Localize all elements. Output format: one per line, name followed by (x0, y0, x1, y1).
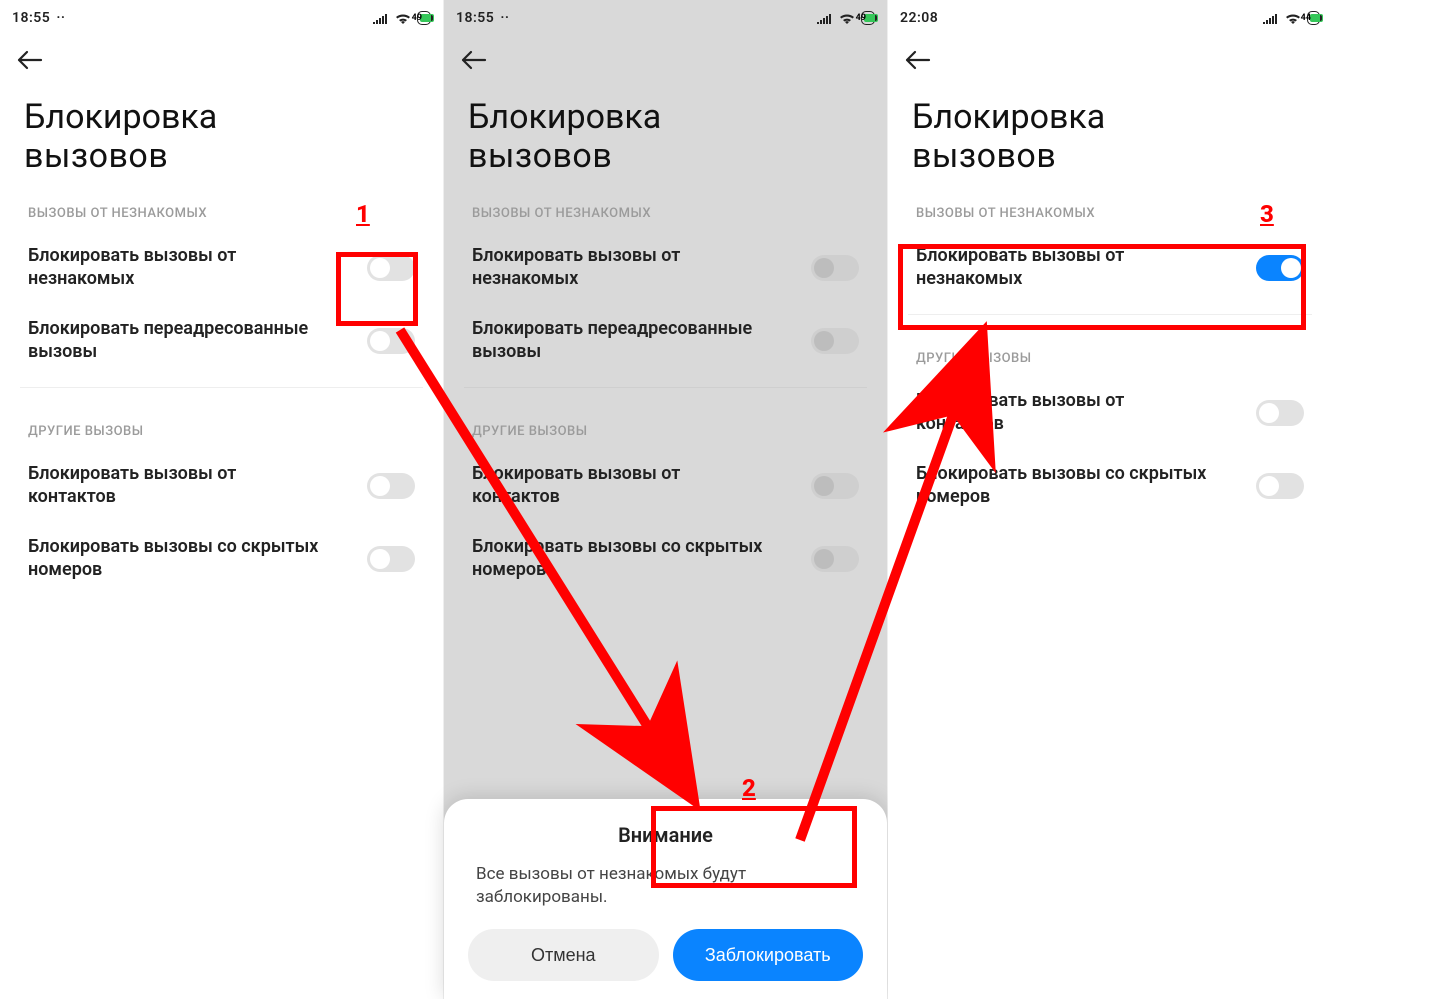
back-button[interactable] (904, 50, 932, 70)
row-block-forwarded[interactable]: Блокировать переадресованные вызовы (0, 304, 443, 377)
signal-icon (373, 12, 389, 24)
label-block-hidden: Блокировать вызовы со скрытых номеров (28, 536, 328, 581)
label-block-hidden: Блокировать вызовы со скрытых номеров (916, 463, 1216, 508)
toggle-block-unknown[interactable] (367, 255, 415, 281)
dialog-title: Внимание (462, 823, 869, 847)
toggle-block-hidden[interactable] (367, 546, 415, 572)
status-time: 18:55·· (12, 10, 66, 26)
toggle-block-contacts[interactable] (811, 473, 859, 499)
row-block-hidden[interactable]: Блокировать вызовы со скрытых номеров (888, 449, 1332, 522)
wifi-icon (839, 12, 855, 24)
dialog-message: Все вызовы от незнакомых будут заблокиро… (462, 863, 869, 929)
page-title: Блокировка вызовов (444, 78, 887, 180)
status-bar: 18:55·· 49 (0, 0, 443, 36)
toggle-block-hidden[interactable] (1256, 473, 1304, 499)
toggle-block-forwarded[interactable] (811, 328, 859, 354)
toggle-block-contacts[interactable] (1256, 400, 1304, 426)
row-block-unknown[interactable]: Блокировать вызовы от незнакомых (444, 231, 887, 304)
annotation-number-2: 2 (742, 774, 756, 802)
signal-icon (817, 12, 833, 24)
status-bar: 22:08 44 (888, 0, 1332, 36)
screen-3: 22:08 44 Блокировка вызовов (888, 0, 1332, 999)
label-block-unknown: Блокировать вызовы от незнакомых (916, 245, 1216, 290)
cancel-button[interactable]: Отмена (468, 929, 659, 981)
battery-icon: 44 (1307, 11, 1320, 25)
screen-1: 18:55·· 49 Блокировка вызов (0, 0, 444, 999)
divider (20, 387, 423, 388)
row-block-contacts[interactable]: Блокировать вызовы от контактов (0, 449, 443, 522)
page-title: Блокировка вызовов (0, 78, 443, 180)
divider (908, 314, 1312, 315)
back-button[interactable] (460, 50, 488, 70)
status-icons: 49 (373, 11, 431, 25)
wifi-icon (395, 12, 411, 24)
page-title: Блокировка вызовов (888, 78, 1332, 180)
divider (464, 387, 867, 388)
row-block-contacts[interactable]: Блокировать вызовы от контактов (888, 376, 1332, 449)
back-button[interactable] (16, 50, 44, 70)
section-unknown-callers: ВЫЗОВЫ ОТ НЕЗНАКОМЫХ (0, 180, 443, 231)
screen-2: 18:55·· 49 Блокировка вызов (444, 0, 888, 999)
annotation-number-3: 3 (1260, 200, 1274, 228)
battery-icon: 49 (417, 11, 431, 25)
toggle-block-unknown[interactable] (1256, 255, 1304, 281)
row-block-hidden[interactable]: Блокировать вызовы со скрытых номеров (444, 522, 887, 595)
toggle-block-contacts[interactable] (367, 473, 415, 499)
label-block-forwarded: Блокировать переадресованные вызовы (28, 318, 328, 363)
toggle-block-forwarded[interactable] (367, 328, 415, 354)
status-icons: 49 (817, 11, 875, 25)
row-block-hidden[interactable]: Блокировать вызовы со скрытых номеров (0, 522, 443, 595)
status-bar: 18:55·· 49 (444, 0, 887, 36)
row-block-forwarded[interactable]: Блокировать переадресованные вызовы (444, 304, 887, 377)
status-icons: 44 (1263, 11, 1320, 25)
wifi-icon (1285, 12, 1301, 24)
section-other-calls: ДРУГИЕ ВЫЗОВЫ (888, 325, 1332, 376)
battery-icon: 49 (861, 11, 875, 25)
label-block-forwarded: Блокировать переадресованные вызовы (472, 318, 772, 363)
section-unknown-callers: ВЫЗОВЫ ОТ НЕЗНАКОМЫХ (444, 180, 887, 231)
signal-icon (1263, 12, 1279, 24)
toggle-block-unknown[interactable] (811, 255, 859, 281)
section-other-calls: ДРУГИЕ ВЫЗОВЫ (444, 398, 887, 449)
section-other-calls: ДРУГИЕ ВЫЗОВЫ (0, 398, 443, 449)
label-block-contacts: Блокировать вызовы от контактов (916, 390, 1216, 435)
label-block-unknown: Блокировать вызовы от незнакомых (472, 245, 772, 290)
label-block-unknown: Блокировать вызовы от незнакомых (28, 245, 328, 290)
row-block-unknown[interactable]: Блокировать вызовы от незнакомых (888, 231, 1332, 304)
status-time: 18:55·· (456, 10, 510, 26)
annotation-number-1: 1 (356, 200, 370, 228)
row-block-unknown[interactable]: Блокировать вызовы от незнакомых (0, 231, 443, 304)
confirm-block-button[interactable]: Заблокировать (673, 929, 864, 981)
confirmation-dialog: Внимание Все вызовы от незнакомых будут … (444, 799, 887, 999)
label-block-contacts: Блокировать вызовы от контактов (28, 463, 328, 508)
toggle-block-hidden[interactable] (811, 546, 859, 572)
label-block-contacts: Блокировать вызовы от контактов (472, 463, 772, 508)
row-block-contacts[interactable]: Блокировать вызовы от контактов (444, 449, 887, 522)
label-block-hidden: Блокировать вызовы со скрытых номеров (472, 536, 772, 581)
status-time: 22:08 (900, 10, 938, 26)
